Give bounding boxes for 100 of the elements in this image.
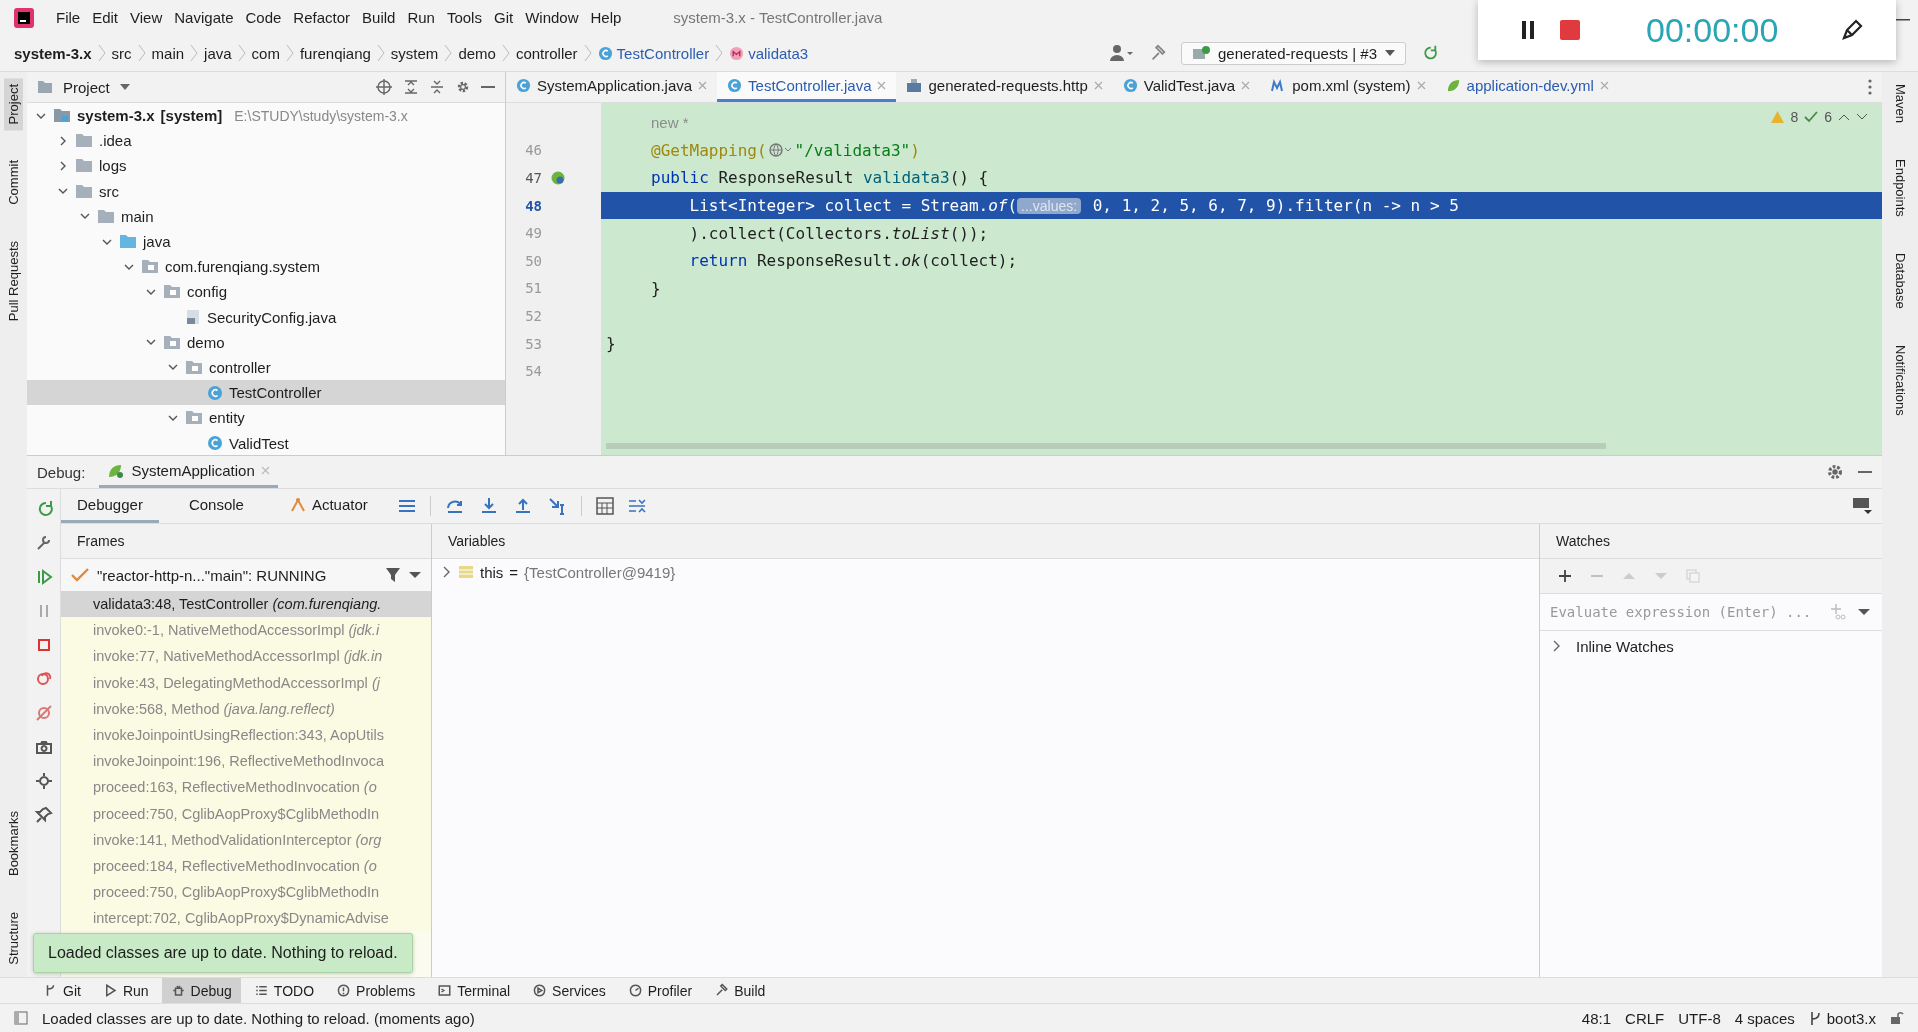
- tool-window-tab[interactable]: Bookmarks: [4, 805, 23, 883]
- menu-item[interactable]: Window: [519, 9, 585, 26]
- tool-window-tab[interactable]: Maven: [1890, 78, 1910, 130]
- stack-frame[interactable]: invoke:77, NativeMethodAccessorImpl (jdk.in: [61, 643, 431, 670]
- editor-tab[interactable]: SystemApplication.java: [506, 72, 718, 102]
- tree-item[interactable]: com.furenqiang.system: [27, 254, 505, 280]
- menu-item[interactable]: Tools: [440, 9, 488, 26]
- stack-frame[interactable]: proceed:163, ReflectiveMethodInvocation (o: [61, 774, 431, 801]
- editor-tab[interactable]: application-dev.yml: [1435, 72, 1619, 102]
- breadcrumb-item[interactable]: system-3.x: [14, 44, 92, 62]
- menu-item[interactable]: Help: [584, 9, 628, 26]
- minimize-icon[interactable]: [1858, 470, 1872, 474]
- tree-item[interactable]: config: [27, 279, 505, 305]
- lock-icon[interactable]: [1890, 1011, 1904, 1025]
- tool-window-tab[interactable]: Database: [1890, 246, 1910, 315]
- more-icon[interactable]: [1868, 79, 1872, 95]
- tree-item[interactable]: main: [27, 203, 505, 229]
- menu-item[interactable]: View: [124, 9, 169, 26]
- hammer-icon[interactable]: [1149, 44, 1167, 62]
- breadcrumb-item[interactable]: demo: [458, 44, 496, 62]
- tree-item[interactable]: ValidTest: [27, 430, 505, 455]
- menu-item[interactable]: Git: [487, 9, 520, 26]
- debug-tab[interactable]: Actuator: [273, 489, 384, 523]
- status-message[interactable]: Loaded classes are up to date. Nothing to reload. (moments ago): [42, 1009, 475, 1027]
- expand-all-icon[interactable]: [403, 79, 419, 95]
- breadcrumb-item[interactable]: TestController: [597, 44, 710, 62]
- tool-window-button[interactable]: Git: [34, 978, 90, 1003]
- chevron-icon[interactable]: [442, 566, 452, 578]
- status-item[interactable]: boot3.x: [1808, 1009, 1876, 1027]
- tool-window-button[interactable]: Profiler: [618, 978, 702, 1003]
- tool-window-tab[interactable]: Notifications: [1890, 338, 1910, 422]
- tool-window-button[interactable]: TODO: [244, 978, 324, 1003]
- editor-tab[interactable]: TestController.java: [717, 72, 897, 102]
- panel-title[interactable]: Project: [63, 78, 110, 96]
- tool-window-button[interactable]: Terminal: [428, 978, 520, 1003]
- tool-window-button[interactable]: Build: [705, 978, 775, 1003]
- status-item[interactable]: CRLF: [1625, 1009, 1665, 1027]
- stack-frame[interactable]: invoke:141, MethodValidationInterceptor (org: [61, 826, 431, 853]
- breadcrumb-item[interactable]: src: [111, 44, 132, 62]
- pin-icon[interactable]: [33, 805, 54, 825]
- editor-tab[interactable]: ValidTest.java: [1112, 72, 1261, 102]
- status-item[interactable]: UTF-8: [1678, 1009, 1721, 1027]
- caret-icon[interactable]: [119, 83, 130, 91]
- status-item[interactable]: 48:1: [1581, 1009, 1612, 1027]
- menu-item[interactable]: Build: [356, 9, 402, 26]
- pen-icon[interactable]: [1840, 18, 1865, 42]
- breadcrumb-item[interactable]: java: [204, 44, 232, 62]
- user-icon[interactable]: [1109, 44, 1135, 62]
- minimize-icon[interactable]: [1896, 18, 1910, 22]
- tool-window-button[interactable]: Services: [523, 978, 615, 1003]
- tree-item[interactable]: .idea: [27, 128, 505, 154]
- breadcrumb-item[interactable]: system: [390, 44, 439, 62]
- menu-item[interactable]: Edit: [86, 9, 125, 26]
- layout-icon[interactable]: [1852, 497, 1872, 515]
- tool-window-tab[interactable]: Pull Requests: [4, 235, 23, 328]
- tool-window-tab[interactable]: Endpoints: [1890, 153, 1910, 223]
- editor-tab[interactable]: generated-requests.http: [896, 72, 1113, 102]
- globe-icon[interactable]: [767, 142, 794, 159]
- warning-count[interactable]: 8: [1790, 109, 1799, 125]
- stack-frame[interactable]: invoke0:-1, NativeMethodAccessorImpl (jdk.i: [61, 617, 431, 644]
- breadcrumb-item[interactable]: com: [251, 44, 280, 62]
- run-configuration-dropdown[interactable]: generated-requests | #3: [1181, 41, 1406, 65]
- stack-frame[interactable]: invoke:568, Method (java.lang.reflect): [61, 695, 431, 722]
- tree-item[interactable]: java: [27, 228, 505, 255]
- tool-window-button[interactable]: Run: [93, 978, 158, 1003]
- collapse-all-icon[interactable]: [429, 79, 445, 95]
- tool-window-button[interactable]: Debug: [161, 978, 241, 1003]
- menu-item[interactable]: Navigate: [168, 9, 240, 26]
- caret-icon[interactable]: [409, 571, 421, 579]
- menu-icon[interactable]: [397, 499, 416, 513]
- stack-frame[interactable]: invokeJoinpoint:196, ReflectiveMethodInvoca: [61, 748, 431, 775]
- stack-frame[interactable]: proceed:184, ReflectiveMethodInvocation (o: [61, 852, 431, 880]
- stack-frame[interactable]: validata3:48, TestController (com.furenqiang.: [61, 591, 431, 618]
- menu-item[interactable]: Run: [401, 9, 441, 26]
- tool-window-tab[interactable]: Project: [4, 78, 23, 131]
- stack-frame[interactable]: invoke:43, DelegatingMethodAccessorImpl (j: [61, 669, 431, 696]
- stack-frame[interactable]: intercept:702, CglibAopProxy$DynamicAdvise: [61, 905, 431, 932]
- chevron-up-icon[interactable]: [1838, 113, 1850, 121]
- tree-item[interactable]: demo: [27, 329, 505, 355]
- tree-item[interactable]: system-3.x [system] E:\STUDY\study\system-3.x: [27, 103, 505, 129]
- menu-item[interactable]: Refactor: [287, 9, 357, 26]
- breadcrumb-item[interactable]: main: [151, 44, 185, 62]
- weak-warning-count[interactable]: 6: [1824, 109, 1832, 125]
- menu-item[interactable]: Code: [239, 9, 288, 26]
- tool-window-tab[interactable]: Structure: [4, 906, 23, 971]
- tree-item[interactable]: src: [27, 178, 505, 204]
- tree-item[interactable]: TestController: [27, 380, 505, 406]
- tool-window-button[interactable]: Problems: [327, 978, 425, 1003]
- debug-tab[interactable]: Console: [172, 489, 260, 523]
- minimize-icon[interactable]: [481, 85, 495, 89]
- trace-icon[interactable]: [627, 497, 646, 515]
- chevron-down-icon[interactable]: [1856, 113, 1868, 121]
- session-tab[interactable]: SystemApplication: [99, 456, 278, 488]
- pause-icon[interactable]: [1520, 20, 1536, 40]
- chevron-icon[interactable]: [1552, 640, 1562, 652]
- run-to-cursor-icon[interactable]: [546, 496, 567, 516]
- caret-icon[interactable]: [1858, 608, 1870, 616]
- thread-selector[interactable]: "reactor-http-n..."main": RUNNING: [61, 559, 431, 591]
- calculator-icon[interactable]: [595, 497, 614, 515]
- add-icon[interactable]: [1558, 569, 1572, 583]
